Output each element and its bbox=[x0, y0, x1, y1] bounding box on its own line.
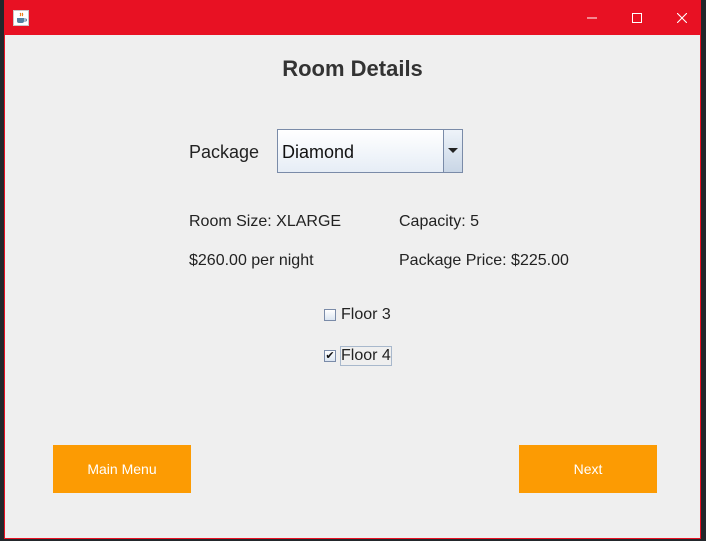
floor-3-checkbox-row[interactable]: Floor 3 bbox=[324, 303, 392, 327]
floor-4-label[interactable]: Floor 4 bbox=[340, 346, 392, 366]
package-price-text: Package Price: $225.00 bbox=[399, 252, 569, 269]
package-dropdown[interactable]: Diamond bbox=[277, 129, 463, 173]
close-icon bbox=[677, 13, 687, 23]
package-label: Package bbox=[189, 142, 260, 162]
title-bar[interactable] bbox=[5, 1, 700, 35]
close-button[interactable] bbox=[659, 1, 705, 35]
maximize-icon bbox=[632, 13, 642, 23]
app-window: Room Details Package Diamond Room Size: … bbox=[4, 0, 701, 539]
floor-4-checkbox-row[interactable]: ✔ Floor 4 bbox=[324, 344, 392, 368]
floor-3-checkbox[interactable] bbox=[324, 309, 336, 321]
capacity-text: Capacity: 5 bbox=[399, 213, 480, 230]
price-per-night-text: $260.00 per night bbox=[189, 252, 314, 269]
floor-4-checkbox[interactable]: ✔ bbox=[324, 350, 336, 362]
checkmark-icon: ✔ bbox=[325, 349, 335, 362]
java-cup-icon bbox=[13, 10, 29, 26]
dropdown-arrow-button[interactable] bbox=[443, 130, 462, 172]
room-size-text: Room Size: XLARGE bbox=[189, 213, 342, 230]
package-selected-value: Diamond bbox=[282, 142, 355, 162]
page-title: Room Details bbox=[282, 56, 423, 81]
minimize-icon bbox=[587, 17, 597, 19]
minimize-button[interactable] bbox=[569, 1, 615, 35]
chevron-down-icon bbox=[448, 148, 458, 153]
main-menu-button[interactable]: Main Menu bbox=[53, 445, 191, 493]
next-button[interactable]: Next bbox=[519, 445, 657, 493]
floor-3-label[interactable]: Floor 3 bbox=[340, 305, 392, 325]
maximize-button[interactable] bbox=[614, 1, 660, 35]
